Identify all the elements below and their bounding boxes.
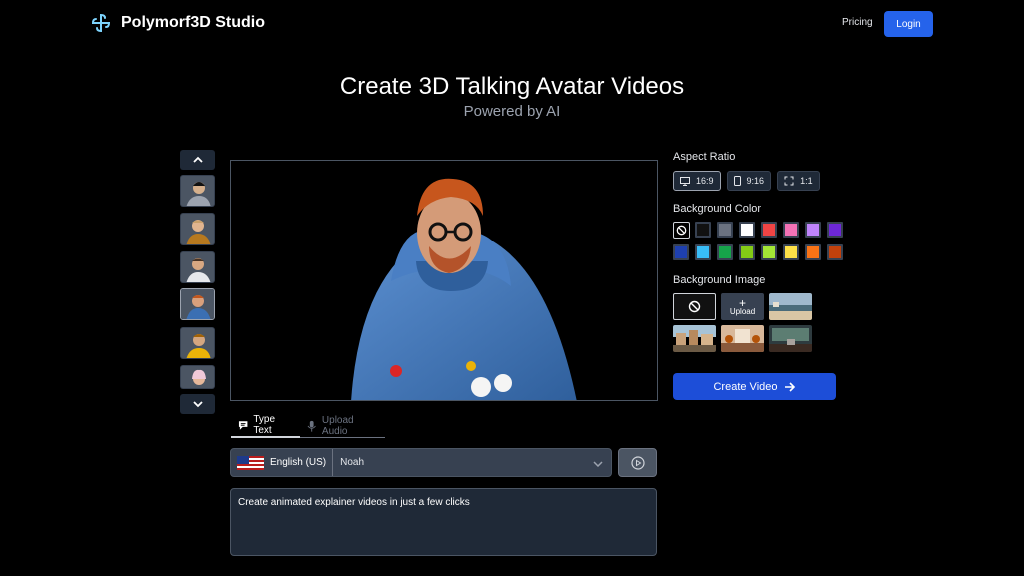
plus-icon: + (738, 295, 746, 310)
aspect-16-9-label: 16:9 (696, 176, 714, 186)
aspect-ratio-options: 16:9 9:16 1:1 (673, 171, 820, 191)
us-flag-icon (237, 455, 264, 470)
color-swatch[interactable] (783, 244, 799, 260)
avatar-scroll-down-button[interactable] (180, 394, 215, 414)
color-swatch[interactable] (827, 222, 843, 238)
no-symbol-icon (676, 225, 687, 236)
aspect-9-16-button[interactable]: 9:16 (726, 171, 772, 191)
chevron-down-icon (192, 401, 203, 408)
monitor-icon (680, 176, 690, 186)
create-video-label: Create Video (713, 380, 778, 393)
avatar-thumb-3[interactable] (180, 251, 215, 283)
color-swatch[interactable] (695, 244, 711, 260)
page-title: Create 3D Talking Avatar Videos (339, 73, 685, 100)
square-expand-icon (784, 176, 794, 186)
phone-icon (733, 176, 741, 186)
avatar-thumb-2[interactable] (180, 213, 215, 245)
login-button[interactable]: Login (884, 11, 933, 37)
voice-name: Noah (340, 457, 365, 468)
background-image-beach[interactable] (769, 293, 812, 320)
page-subtitle: Powered by AI (463, 103, 561, 120)
interior-scene-image (721, 325, 764, 352)
color-swatch[interactable] (739, 222, 755, 238)
background-image-city[interactable] (673, 325, 716, 352)
avatar-portrait-icon (181, 176, 214, 206)
tab-type-text-label: Type Text (253, 414, 276, 436)
language-select[interactable]: English (US) (231, 449, 334, 476)
microphone-icon (308, 420, 317, 432)
office-scene-image (769, 325, 812, 352)
color-swatch[interactable] (805, 222, 821, 238)
avatar-portrait-icon (181, 289, 214, 319)
aspect-16-9-button[interactable]: 16:9 (673, 171, 721, 191)
arrow-right-icon (784, 381, 795, 392)
brand-name: Polymorf3D Studio (121, 14, 266, 31)
pinwheel-logo-icon (91, 13, 111, 33)
color-swatch[interactable] (783, 222, 799, 238)
input-mode-tabs: Type Text Upload Audio (231, 414, 385, 438)
tab-type-text[interactable]: Type Text (231, 414, 301, 438)
voice-select[interactable]: English (US) Noah (230, 448, 612, 477)
background-image-label: Background Image (673, 274, 766, 286)
avatar-thumb-4[interactable] (180, 288, 215, 320)
no-background-button[interactable] (673, 293, 716, 320)
script-textarea[interactable] (230, 488, 657, 556)
color-swatch[interactable] (717, 222, 733, 238)
aspect-1-1-label: 1:1 (800, 176, 813, 186)
color-swatch[interactable] (739, 244, 755, 260)
aspect-ratio-label: Aspect Ratio (673, 151, 736, 163)
avatar-scroll-up-button[interactable] (180, 150, 215, 170)
avatar-3d-figure (351, 178, 577, 400)
aspect-9-16-label: 9:16 (746, 176, 765, 186)
color-swatch[interactable] (673, 244, 689, 260)
tab-upload-audio-label: Upload Audio (321, 414, 354, 437)
chevron-down-icon (593, 454, 611, 472)
language-label: English (US) (270, 457, 327, 468)
avatar-portrait-icon (181, 328, 214, 358)
color-swatch[interactable] (695, 222, 711, 238)
avatar-thumb-1[interactable] (180, 175, 215, 207)
avatar-preview (230, 160, 658, 401)
upload-label: Upload (729, 306, 756, 316)
no-color-button[interactable] (673, 222, 690, 239)
color-swatch[interactable] (805, 244, 821, 260)
pricing-link[interactable]: Pricing (842, 17, 873, 28)
beach-scene-image (769, 293, 812, 320)
avatar-thumb-6[interactable] (180, 365, 215, 389)
chat-bubble-icon (238, 420, 248, 430)
chevron-up-icon (192, 156, 203, 163)
color-swatch[interactable] (761, 244, 777, 260)
color-swatch[interactable] (761, 222, 777, 238)
brand-logo[interactable]: Polymorf3D Studio (90, 12, 265, 34)
no-symbol-icon (688, 300, 701, 313)
color-swatch[interactable] (717, 244, 733, 260)
play-circle-icon (630, 455, 645, 470)
avatar-portrait-icon (181, 214, 214, 244)
city-scene-image (673, 325, 716, 352)
create-video-button[interactable]: Create Video (673, 373, 836, 400)
aspect-1-1-button[interactable]: 1:1 (777, 171, 820, 191)
top-nav: Polymorf3D Studio Pricing Login (0, 0, 1024, 48)
background-image-office[interactable] (769, 325, 812, 352)
avatar-portrait-icon (181, 252, 214, 282)
upload-background-button[interactable]: + Upload (721, 293, 764, 320)
avatar-thumb-5[interactable] (180, 327, 215, 359)
background-image-interior[interactable] (721, 325, 764, 352)
tab-upload-audio[interactable]: Upload Audio (300, 414, 385, 438)
color-swatch[interactable] (827, 244, 843, 260)
background-color-label: Background Color (673, 203, 762, 215)
preview-voice-button[interactable] (618, 448, 657, 477)
avatar-portrait-icon (181, 366, 214, 388)
